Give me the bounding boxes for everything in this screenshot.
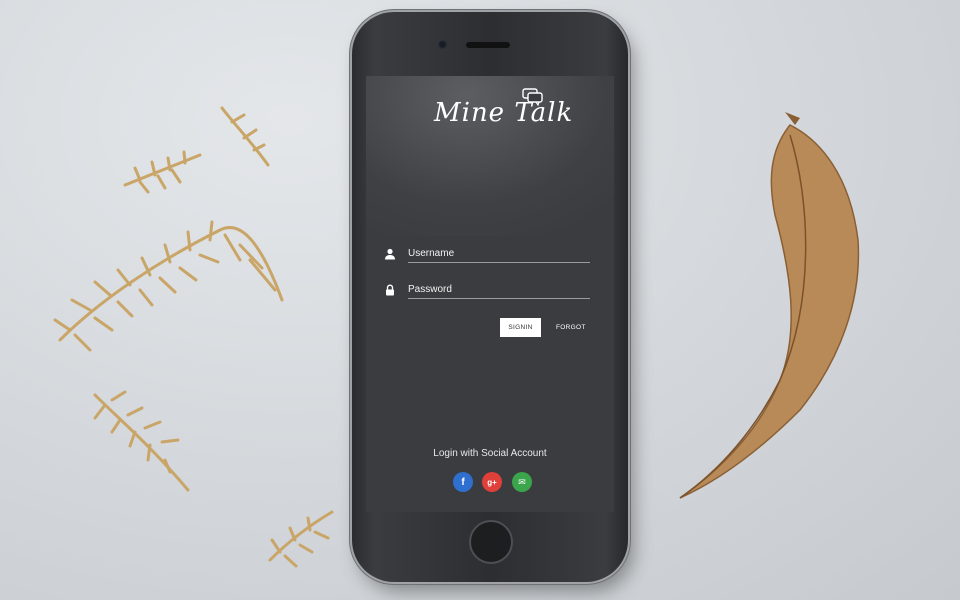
app-logo: Mine Talk bbox=[434, 88, 574, 128]
password-field bbox=[384, 280, 590, 302]
google-plus-login-button[interactable]: g+ bbox=[482, 472, 502, 492]
signin-button[interactable]: SIGNIN bbox=[500, 318, 541, 337]
earpiece-speaker bbox=[466, 42, 510, 48]
username-field bbox=[384, 244, 590, 266]
chat-bubble-icon bbox=[522, 88, 543, 106]
app-screen: Mine Talk SIGNIN FORGOT Login with Socia bbox=[366, 76, 614, 512]
phone-device: Mine Talk SIGNIN FORGOT Login with Socia bbox=[352, 12, 628, 582]
front-camera bbox=[438, 40, 447, 49]
password-input[interactable] bbox=[408, 280, 590, 299]
google-plus-icon: g+ bbox=[487, 477, 497, 487]
app-logo-text: Mine Talk bbox=[434, 98, 574, 128]
user-icon bbox=[385, 248, 395, 260]
forgot-link[interactable]: FORGOT bbox=[556, 318, 586, 337]
social-login-title: Login with Social Account bbox=[433, 448, 547, 459]
username-input[interactable] bbox=[408, 244, 590, 263]
home-button[interactable] bbox=[469, 520, 513, 564]
facebook-icon: f bbox=[461, 476, 465, 488]
facebook-login-button[interactable]: f bbox=[453, 472, 473, 492]
email-icon: ✉ bbox=[518, 476, 526, 487]
email-login-button[interactable]: ✉ bbox=[512, 472, 532, 492]
lock-icon bbox=[386, 284, 394, 296]
